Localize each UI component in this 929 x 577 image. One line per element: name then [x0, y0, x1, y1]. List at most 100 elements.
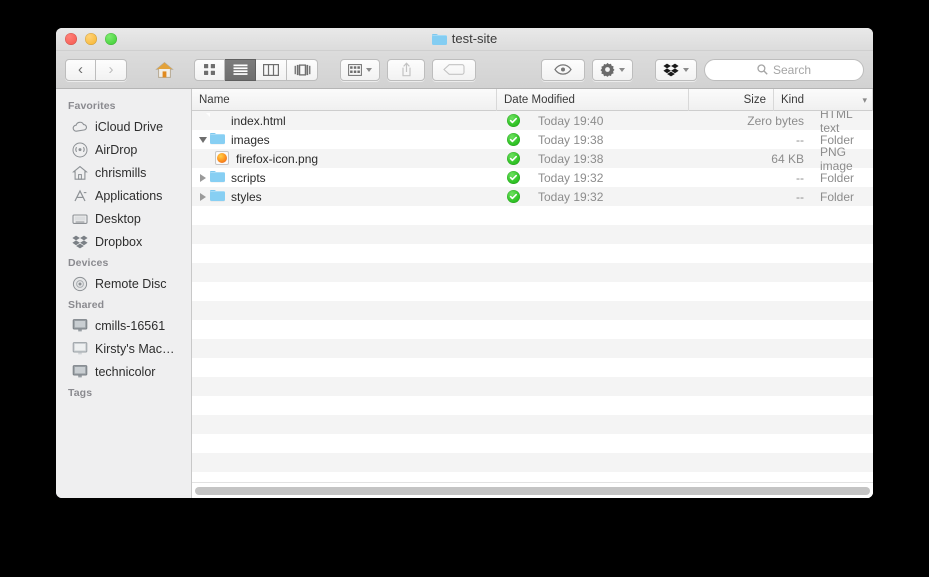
file-rows: index.htmlToday 19:40Zero bytesHTML text… — [192, 111, 873, 482]
share-button[interactable] — [387, 59, 425, 81]
sidebar-item-desktop[interactable]: Desktop — [56, 207, 191, 230]
file-type-icon — [210, 170, 226, 186]
empty-row[interactable] — [192, 244, 873, 263]
cell-size: -- — [690, 190, 812, 204]
sidebar-group-shared: Shared — [56, 295, 191, 314]
scrollbar-thumb[interactable] — [195, 487, 870, 495]
column-label: Date Modified — [504, 94, 575, 106]
sidebar-item-dropbox[interactable]: Dropbox — [56, 230, 191, 253]
disclosure-triangle-open[interactable] — [195, 137, 210, 143]
chevron-down-icon[interactable]: ▾ — [862, 95, 867, 106]
cell-name: styles — [192, 189, 497, 205]
table-row[interactable]: index.htmlToday 19:40Zero bytesHTML text — [192, 111, 873, 130]
column-label: Kind — [781, 94, 804, 106]
search-icon — [757, 64, 768, 75]
coverflow-icon — [294, 64, 311, 76]
empty-row[interactable] — [192, 415, 873, 434]
sidebar-item-technicolor[interactable]: technicolor — [56, 360, 191, 383]
search-input[interactable]: Search — [704, 59, 864, 81]
sidebar-item-label: Remote Disc — [95, 277, 167, 291]
list-icon — [233, 64, 248, 76]
table-row[interactable]: firefox-icon.pngToday 19:3864 KBPNG imag… — [192, 149, 873, 168]
empty-row[interactable] — [192, 320, 873, 339]
empty-row[interactable] — [192, 339, 873, 358]
eye-icon — [554, 64, 572, 75]
sidebar-item-label: chrismills — [95, 166, 146, 180]
window-titlebar[interactable]: test-site — [56, 28, 873, 51]
empty-row[interactable] — [192, 358, 873, 377]
empty-row[interactable] — [192, 434, 873, 453]
coverflow-view-button[interactable] — [287, 59, 318, 81]
sidebar-item-label: technicolor — [95, 365, 155, 379]
home-button[interactable] — [149, 59, 179, 81]
arrange-grid-icon — [348, 64, 362, 76]
empty-row[interactable] — [192, 206, 873, 225]
sync-status-icon — [507, 171, 520, 184]
forward-button[interactable]: › — [96, 59, 127, 81]
empty-row[interactable] — [192, 453, 873, 472]
tag-button[interactable] — [432, 59, 476, 81]
dropbox-icon — [72, 234, 88, 250]
cell-size: -- — [690, 133, 812, 147]
quicklook-button[interactable] — [541, 59, 585, 81]
dropbox-button[interactable] — [655, 59, 697, 81]
table-row[interactable]: imagesToday 19:38--Folder — [192, 130, 873, 149]
column-header-kind[interactable]: Kind — [774, 89, 873, 111]
chevron-right-icon: › — [109, 62, 114, 77]
table-row[interactable]: styles Today 19:32--Folder — [192, 187, 873, 206]
disclosure-triangle-closed[interactable] — [195, 174, 210, 182]
cell-name: index.html — [192, 113, 497, 129]
file-name-label: images — [231, 133, 270, 147]
cell-size: 64 KB — [690, 152, 812, 166]
column-header-date-modified[interactable]: Date Modified — [497, 89, 689, 111]
cell-sync-status — [497, 171, 530, 184]
finder-window: test-site ‹ › — [56, 28, 873, 498]
column-view-button[interactable] — [256, 59, 287, 81]
display-icon — [72, 364, 88, 380]
sidebar-item-kirstys-mac[interactable]: Kirsty's Mac… — [56, 337, 191, 360]
empty-row[interactable] — [192, 282, 873, 301]
png-file-icon — [215, 151, 229, 165]
horizontal-scrollbar[interactable] — [192, 482, 873, 498]
sidebar-item-remote-disc[interactable]: Remote Disc — [56, 272, 191, 295]
empty-row[interactable] — [192, 396, 873, 415]
cell-kind: Folder — [812, 190, 873, 204]
disclosure-triangle-closed[interactable] — [195, 193, 210, 201]
sidebar-item-airdrop[interactable]: AirDrop — [56, 138, 191, 161]
scrollbar-track[interactable] — [195, 487, 870, 495]
cell-date-modified: Today 19:32 — [530, 171, 690, 185]
airdrop-icon — [72, 142, 88, 158]
sidebar-item-icloud-drive[interactable]: iCloud Drive — [56, 115, 191, 138]
window-body: Favorites iCloud Drive AirDrop — [56, 89, 873, 498]
empty-row[interactable] — [192, 301, 873, 320]
firefox-glyph-icon — [217, 153, 227, 163]
list-view-button[interactable] — [225, 59, 256, 81]
sidebar-item-cmills-16561[interactable]: cmills-16561 — [56, 314, 191, 337]
gear-icon — [600, 62, 615, 77]
home-icon — [155, 61, 174, 79]
cell-name: firefox-icon.png — [192, 151, 497, 167]
toolbar: ‹ › — [56, 51, 873, 89]
home-icon — [72, 165, 88, 181]
chevron-down-icon — [619, 68, 625, 72]
back-button[interactable]: ‹ — [65, 59, 96, 81]
folder-icon — [432, 33, 447, 45]
empty-row[interactable] — [192, 263, 873, 282]
cell-kind: Folder — [812, 171, 873, 185]
sidebar-item-chrismills[interactable]: chrismills — [56, 161, 191, 184]
empty-row[interactable] — [192, 225, 873, 244]
cell-date-modified: Today 19:32 — [530, 190, 690, 204]
column-header: Name Date Modified Size Kind ▾ — [192, 89, 873, 111]
cloud-icon — [72, 119, 88, 135]
sidebar-group-devices: Devices — [56, 253, 191, 272]
navigation-buttons: ‹ › — [65, 59, 127, 81]
column-header-size[interactable]: Size — [689, 89, 774, 111]
table-row[interactable]: scriptsToday 19:32--Folder — [192, 168, 873, 187]
sidebar-item-applications[interactable]: Applications — [56, 184, 191, 207]
empty-row[interactable] — [192, 377, 873, 396]
icon-view-button[interactable] — [194, 59, 225, 81]
column-header-name[interactable]: Name — [192, 89, 497, 111]
arrange-button[interactable] — [340, 59, 380, 81]
action-menu-button[interactable] — [592, 59, 633, 81]
sidebar-item-label: Desktop — [95, 212, 141, 226]
